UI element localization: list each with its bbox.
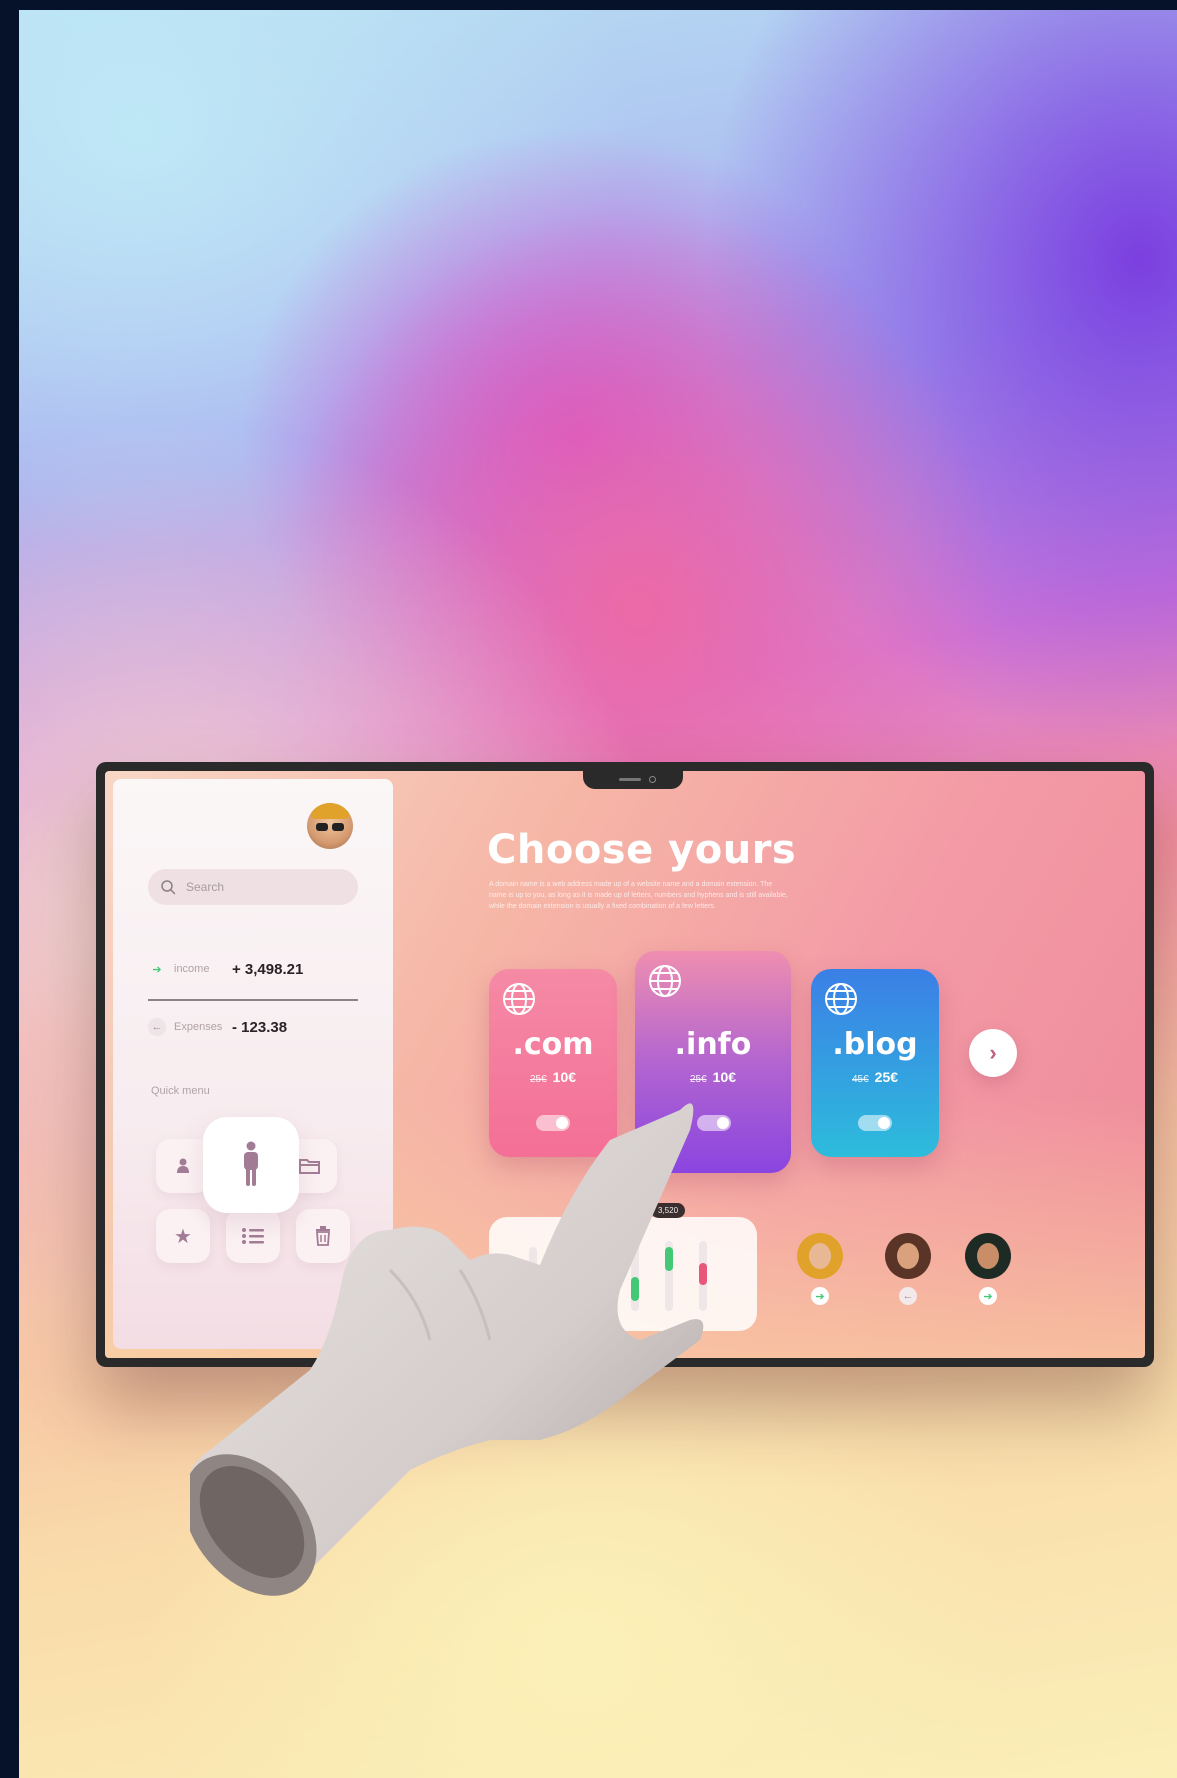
contact-avatar-3[interactable] xyxy=(965,1233,1011,1279)
contact-avatar-1[interactable] xyxy=(797,1233,843,1279)
domain-price: 45€ 25€ xyxy=(811,1069,939,1085)
expenses-row: ← Expenses - 123.38 xyxy=(148,1018,287,1036)
domain-ext: .info xyxy=(674,1027,752,1062)
avatar[interactable] xyxy=(307,803,353,849)
search-icon xyxy=(161,880,176,895)
contact-avatar-2[interactable] xyxy=(885,1233,931,1279)
income-label: income xyxy=(174,963,210,975)
pointing-hand xyxy=(190,1103,704,1596)
globe-icon xyxy=(649,965,681,997)
chevron-right-icon: › xyxy=(989,1040,997,1065)
arrow-left-icon[interactable]: ← xyxy=(899,1287,917,1305)
domain-ext: .blog xyxy=(832,1027,918,1062)
domain-ext: .com xyxy=(512,1027,594,1062)
old-price: 45€ xyxy=(851,1074,869,1085)
divider xyxy=(148,999,358,1001)
webcam-notch xyxy=(583,771,683,789)
arrow-right-icon: ➔ xyxy=(152,963,162,976)
domain-card-blog[interactable]: .blog 45€ 25€ xyxy=(811,969,939,1157)
globe-icon xyxy=(825,983,857,1015)
search-input[interactable] xyxy=(184,879,338,895)
camera-icon xyxy=(649,776,656,783)
arrow-left-icon: ← xyxy=(148,1018,166,1036)
arrow-right-icon[interactable]: ➔ xyxy=(811,1287,829,1305)
expenses-value: - 123.38 xyxy=(232,1018,288,1036)
income-row: ➔ income + 3,498.21 xyxy=(148,960,303,978)
page-description: A domain name is a web address made up o… xyxy=(489,881,788,910)
globe-icon xyxy=(503,983,535,1015)
domain-toggle[interactable] xyxy=(858,1115,892,1131)
expenses-label: Expenses xyxy=(174,1021,223,1033)
new-price: 25€ xyxy=(874,1069,899,1085)
next-button[interactable]: › xyxy=(969,1029,1017,1077)
income-value: + 3,498.21 xyxy=(232,960,304,978)
arrow-right-icon[interactable]: ➔ xyxy=(979,1287,997,1305)
page-title: Choose yours xyxy=(487,827,797,873)
search-bar[interactable] xyxy=(148,869,358,905)
